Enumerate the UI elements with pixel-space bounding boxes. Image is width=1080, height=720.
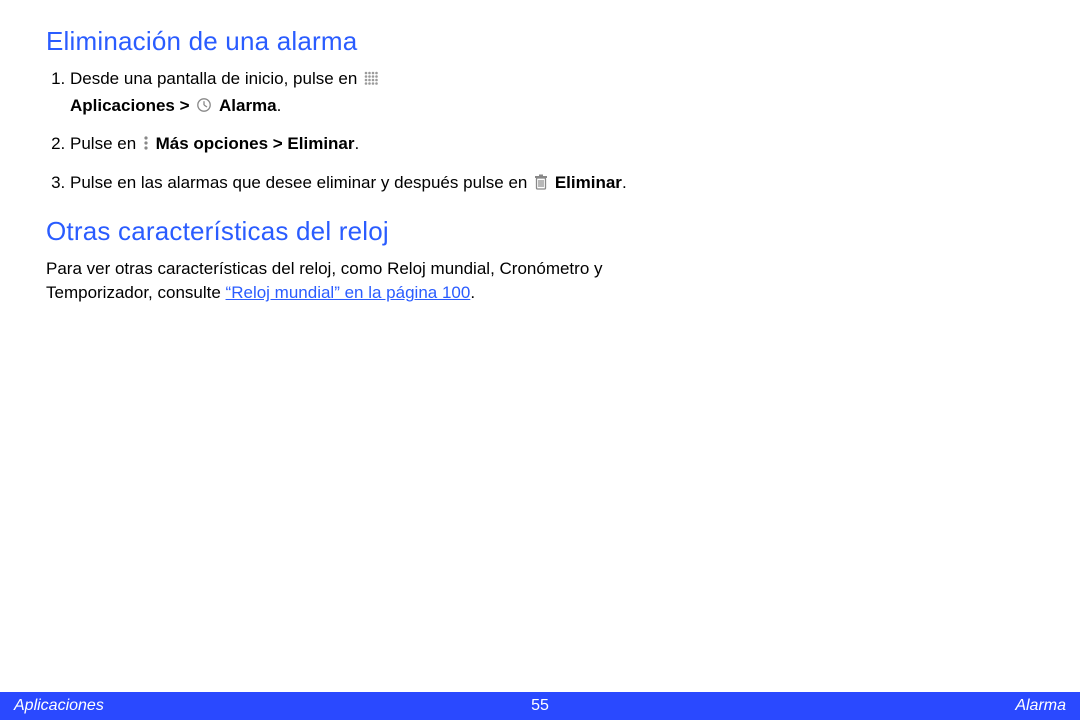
step-3-bold: Eliminar bbox=[555, 173, 622, 192]
world-clock-link[interactable]: “Reloj mundial” en la página 100 bbox=[226, 283, 471, 302]
step-3: Pulse en las alarmas que desee eliminar … bbox=[70, 171, 646, 198]
step-1-bold-a: Aplicaciones > bbox=[70, 96, 194, 115]
trash-icon bbox=[534, 173, 548, 198]
step-2-text-a: Pulse en bbox=[70, 134, 141, 153]
step-1-tail: . bbox=[277, 96, 282, 115]
footer-left: Aplicaciones bbox=[14, 697, 104, 715]
page-content: Eliminación de una alarma Desde una pant… bbox=[0, 0, 692, 306]
page-footer: Aplicaciones 55 Alarma bbox=[0, 692, 1080, 720]
step-1: Desde una pantalla de inicio, pulse en A… bbox=[70, 67, 646, 120]
step-2: Pulse en Más opciones > Eliminar. bbox=[70, 132, 646, 159]
more-vertical-icon bbox=[143, 134, 149, 159]
clock-icon bbox=[196, 96, 212, 121]
step-3-text-a: Pulse en las alarmas que desee eliminar … bbox=[70, 173, 532, 192]
step-1-text-a: Desde una pantalla de inicio, pulse en bbox=[70, 69, 362, 88]
footer-page-number: 55 bbox=[531, 697, 549, 715]
step-2-tail: . bbox=[355, 134, 360, 153]
heading-other-features: Otras características del reloj bbox=[46, 216, 646, 247]
para-tail: . bbox=[470, 283, 475, 302]
other-features-paragraph: Para ver otras características del reloj… bbox=[46, 257, 646, 306]
step-3-tail: . bbox=[622, 173, 627, 192]
step-1-bold-b: Alarma bbox=[219, 96, 277, 115]
steps-list: Desde una pantalla de inicio, pulse en A… bbox=[46, 67, 646, 198]
apps-grid-icon bbox=[364, 69, 379, 94]
heading-delete-alarm: Eliminación de una alarma bbox=[46, 26, 646, 57]
step-2-bold: Más opciones > Eliminar bbox=[156, 134, 355, 153]
footer-right: Alarma bbox=[1015, 697, 1066, 715]
